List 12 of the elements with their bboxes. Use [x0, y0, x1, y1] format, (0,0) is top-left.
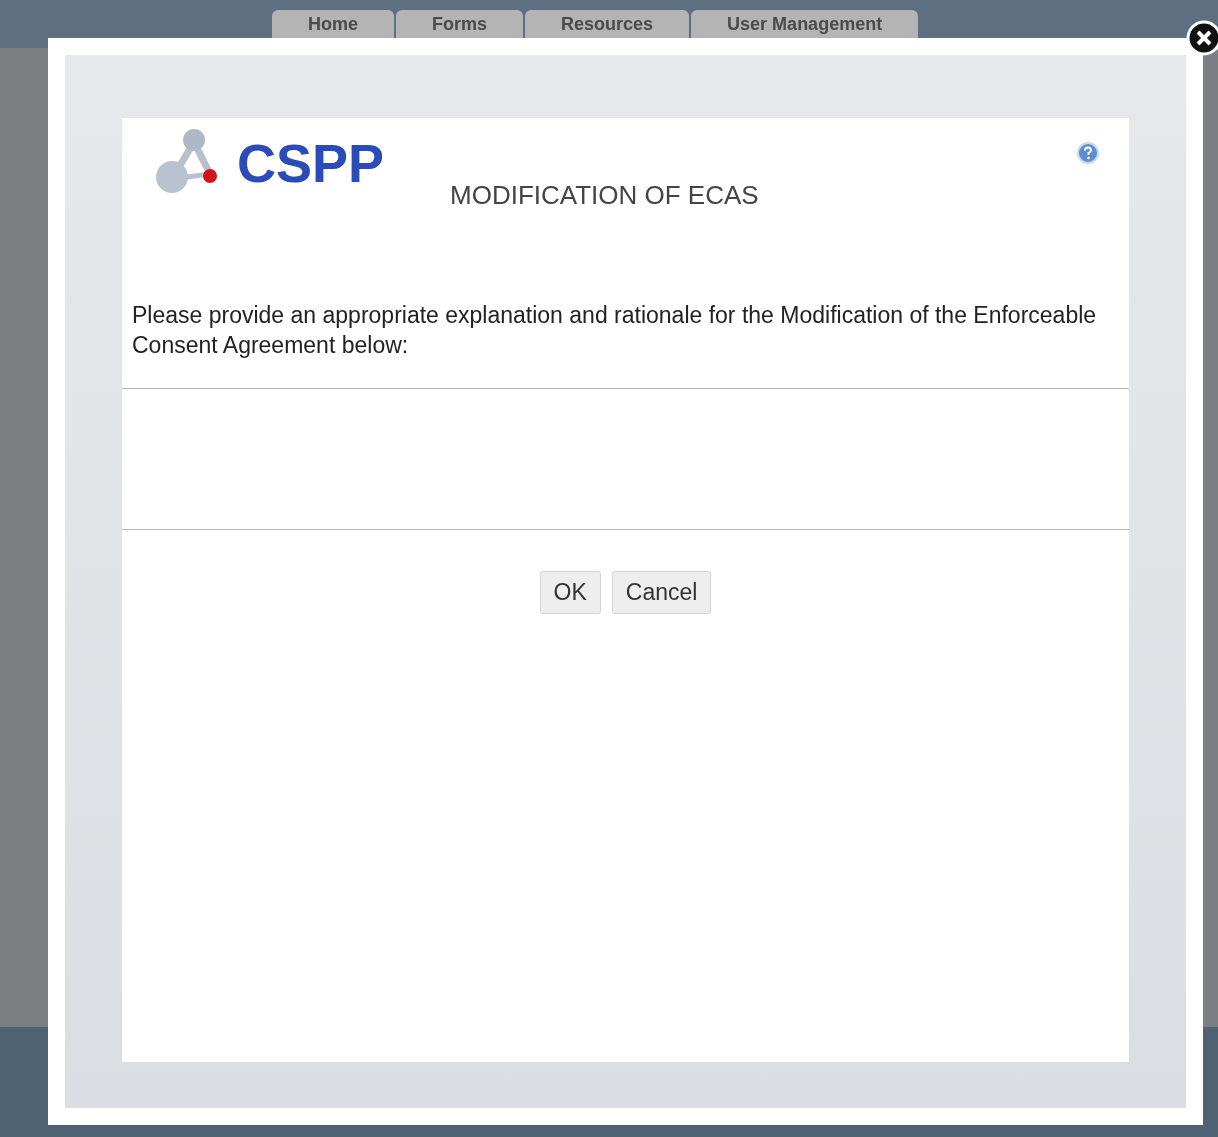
cancel-button[interactable]: Cancel	[611, 571, 712, 614]
explanation-field[interactable]	[122, 388, 1129, 530]
nav-tab[interactable]: Home	[272, 10, 394, 38]
ok-button[interactable]: OK	[539, 571, 601, 614]
nav-tab[interactable]: User Management	[691, 10, 919, 38]
logo-text: CSPP	[237, 136, 385, 190]
dialog-title: MODIFICATION OF ECAS	[450, 179, 759, 212]
nav-tab[interactable]: Resources	[525, 10, 690, 38]
close-icon[interactable]	[1186, 20, 1218, 56]
nav-tab[interactable]: Forms	[396, 10, 524, 38]
instructions-text: Please provide an appropriate explanation and rationale for the Modification of the Enforceable Consent Agreement below:	[131, 301, 1098, 360]
help-icon[interactable]	[1077, 142, 1099, 164]
